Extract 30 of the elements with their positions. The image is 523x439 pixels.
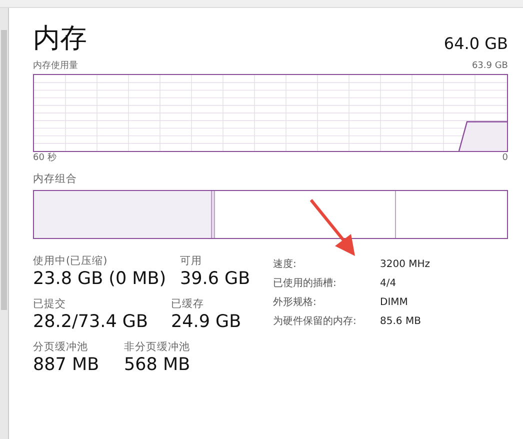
property-label: 已使用的插槽: xyxy=(273,276,338,291)
total-memory: 64.0 GB xyxy=(444,33,508,55)
stat-value: 28.2/73.4 GB xyxy=(33,311,149,333)
property-label: 速度: xyxy=(273,258,298,272)
stat-label: 已缓存 xyxy=(171,298,205,311)
property-value: 3200 MHz xyxy=(380,258,430,272)
property-value: 4/4 xyxy=(380,277,396,291)
annotation-arrow xyxy=(310,199,355,256)
stat-value: 39.6 GB xyxy=(180,268,252,290)
stat-value: 24.9 GB xyxy=(171,311,242,333)
stat-label: 分页缓冲池 xyxy=(33,341,89,354)
stat-label: 非分页缓冲池 xyxy=(124,341,191,354)
stat-value: 23.8 GB (0 MB) xyxy=(33,268,168,290)
graph-label: 内存使用量 xyxy=(33,60,78,73)
property-label: 外形规格: xyxy=(273,296,318,310)
stat-value: 887 MB xyxy=(33,354,100,376)
scrollbar[interactable] xyxy=(0,8,9,439)
property-value: 85.6 MB xyxy=(380,315,421,329)
scrollbar-thumb[interactable] xyxy=(1,30,7,310)
stat-label: 可用 xyxy=(180,255,203,268)
property-label: 为硬件保留的内存: xyxy=(273,314,358,329)
graph-max: 63.9 GB xyxy=(472,60,508,73)
stat-label: 使用中(已压缩) xyxy=(33,255,108,268)
stat-value: 568 MB xyxy=(124,354,192,376)
property-value: DIMM xyxy=(380,296,408,310)
stat-label: 已提交 xyxy=(33,298,67,311)
axis-label: 0 xyxy=(502,152,508,164)
axis-label: 60 秒 xyxy=(33,152,56,164)
page-title: 内存 xyxy=(33,22,87,56)
section-label: 内存组合 xyxy=(33,173,78,186)
